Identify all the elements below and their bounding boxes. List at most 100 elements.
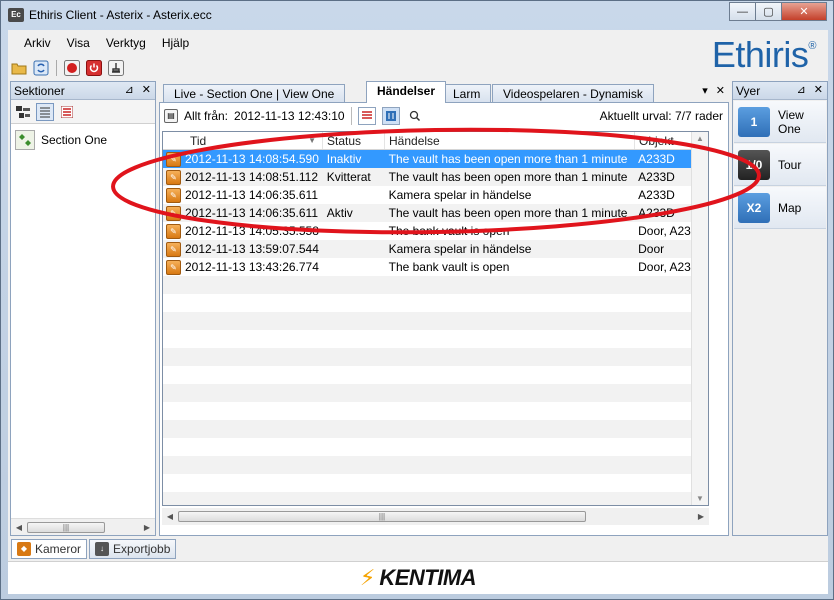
cell-status: Kvitterat [326,170,371,184]
close-panel-icon[interactable]: ✕ [142,83,151,96]
filter-list-icon[interactable] [357,107,376,125]
table-row[interactable]: ✎ 2012-11-13 14:08:54.590 Inaktiv The vault… [163,150,708,168]
tab-handelser[interactable]: Händelser [366,81,447,103]
empty-row [163,456,708,474]
col-header-status[interactable]: Status [323,132,385,149]
views-close-icon[interactable]: ✕ [814,83,823,96]
brand-name: Ethiris [711,34,809,75]
sections-panel: Sektioner ⊿ ✕ Section One ◀ ||| ▶ [10,81,156,536]
cell-event: The vault has been open more than 1 minu… [388,206,628,220]
table-row[interactable]: ✎ 2012-11-13 14:05:35.558 The bank vault i… [163,222,708,240]
cell-time: 2012-11-13 14:08:51.112 [185,170,319,184]
from-value[interactable]: 2012-11-13 12:43:10 [234,109,345,123]
document-tabs: Live - Section One | View One Händelser … [159,81,729,103]
view-item-tour[interactable]: 1/0 Tour [734,144,826,186]
tree-view-icon[interactable] [14,103,32,121]
col-header-handelse[interactable]: Händelse [385,132,635,149]
views-pin-icon[interactable]: ⊿ [797,83,806,96]
table-row[interactable]: ✎ 2012-11-13 13:59:07.544 Kamera spelar in… [163,240,708,258]
grid-vscrollbar[interactable]: ▲ ▼ [691,132,708,505]
menu-visa[interactable]: Visa [59,36,98,50]
grid-scroll-left-icon[interactable]: ◀ [162,512,178,521]
export-job-icon: ↓ [95,542,110,556]
tab-kameror[interactable]: ◆ Kameror [11,539,88,559]
cell-time: 2012-11-13 14:06:35.611 [185,206,319,220]
view-item-map[interactable]: X2 Map [734,187,826,229]
lightning-icon: ⚡ [359,565,376,590]
table-row[interactable]: ✎ 2012-11-13 14:06:35.611 Kamera spelar in… [163,186,708,204]
empty-row [163,402,708,420]
app-window: Ec Ethiris Client - Asterix - Asterix.ec… [0,0,834,600]
section-item-section-one[interactable]: Section One [11,124,155,156]
maximize-button[interactable]: ▢ [755,2,782,21]
folder-icon[interactable] [10,59,28,77]
power-icon[interactable] [85,59,103,77]
section-label: Section One [41,133,108,147]
scroll-right-icon[interactable]: ▶ [139,523,155,532]
event-icon: ✎ [166,169,181,185]
table-row[interactable]: ✎ 2012-11-13 14:06:35.611 Aktiv The vault h… [163,204,708,222]
table-row[interactable]: ✎ 2012-11-13 13:43:26.774 The bank vault i… [163,258,708,276]
tab-exportjobb[interactable]: ↓ Exportjobb [89,539,177,559]
alarm-list-icon[interactable] [58,103,76,121]
footer: ⚡ KENTIMA [8,561,828,594]
window-title: Ethiris Client - Asterix - Asterix.ecc [29,8,212,22]
close-tab-icon[interactable]: ✕ [716,84,725,97]
tab-larm[interactable]: Larm [442,84,492,103]
grid-hscrollbar[interactable]: ◀ ||| ▶ [162,508,709,525]
camera-icon: ◆ [17,542,31,556]
tab-live-view[interactable]: Live - Section One | View One [163,84,346,103]
menu-verktyg[interactable]: Verktyg [98,36,154,50]
menu-arkiv[interactable]: Arkiv [16,36,59,50]
list-view-icon[interactable] [36,102,54,121]
event-icon: ✎ [166,241,181,257]
window-controls: — ▢ ✕ [729,2,827,21]
event-icon: ✎ [166,259,181,275]
refresh-icon[interactable] [32,59,50,77]
map-label: Map [778,200,802,215]
scroll-down-icon[interactable]: ▼ [692,494,708,503]
cell-status: Inaktiv [326,152,362,166]
section-icon [15,130,35,150]
brand-registered: ® [808,40,816,52]
title-bar: Ec Ethiris Client - Asterix - Asterix.ec… [1,1,833,29]
event-icon: ✎ [166,205,181,221]
stamp-icon[interactable] [107,59,125,77]
grid-scroll-thumb[interactable]: ||| [178,511,586,522]
cell-event: Kamera spelar in händelse [388,188,532,202]
selection-count: Aktuellt urval: 7/7 rader [599,109,723,123]
cell-time: 2012-11-13 13:43:26.774 [185,260,319,274]
sort-desc-icon: ▼ [308,136,316,145]
calendar-icon[interactable]: ▤ [164,109,178,123]
cell-time: 2012-11-13 14:06:35.611 [185,188,319,202]
close-window-button[interactable]: ✕ [781,2,827,21]
menu-hjalp[interactable]: Hjälp [154,36,197,50]
col-header-tid[interactable]: Tid ▼ [163,132,323,149]
scroll-left-icon[interactable]: ◀ [11,523,27,532]
sections-hscrollbar[interactable]: ◀ ||| ▶ [11,518,155,535]
record-icon[interactable] [63,59,81,77]
filter-separator [350,107,352,125]
grid-header: Tid ▼ Status Händelse Objekt [163,132,708,150]
grid-scroll-right-icon[interactable]: ▶ [693,512,709,521]
export-icon[interactable] [381,107,400,125]
tab-list-dropdown-icon[interactable]: ▾ [702,84,708,97]
table-row[interactable]: ✎ 2012-11-13 14:08:51.112 Kvitterat The vau… [163,168,708,186]
view-item-view-one[interactable]: 1 View One [734,101,826,143]
ethiris-logo: Ethiris® [711,34,817,76]
views-panel-header: Vyer ⊿ ✕ [733,82,827,100]
scroll-thumb[interactable]: ||| [27,521,105,533]
search-icon[interactable] [406,107,424,125]
tab-videospelaren[interactable]: Videospelaren - Dynamisk [492,84,654,103]
kentima-logo: KENTIMA [379,565,477,590]
empty-row [163,366,708,384]
pin-icon[interactable]: ⊿ [125,83,134,96]
document-area: Live - Section One | View One Händelser … [159,81,729,536]
cell-event: The bank vault is open [388,260,510,274]
scroll-up-icon[interactable]: ▲ [692,134,708,143]
view-one-label: View One [778,107,804,136]
grid-rows: ✎ 2012-11-13 14:08:54.590 Inaktiv The vault… [163,150,708,505]
minimize-button[interactable]: — [729,2,756,21]
views-panel-title: Vyer [736,83,761,98]
col-header-objekt[interactable]: Objekt [635,132,693,149]
